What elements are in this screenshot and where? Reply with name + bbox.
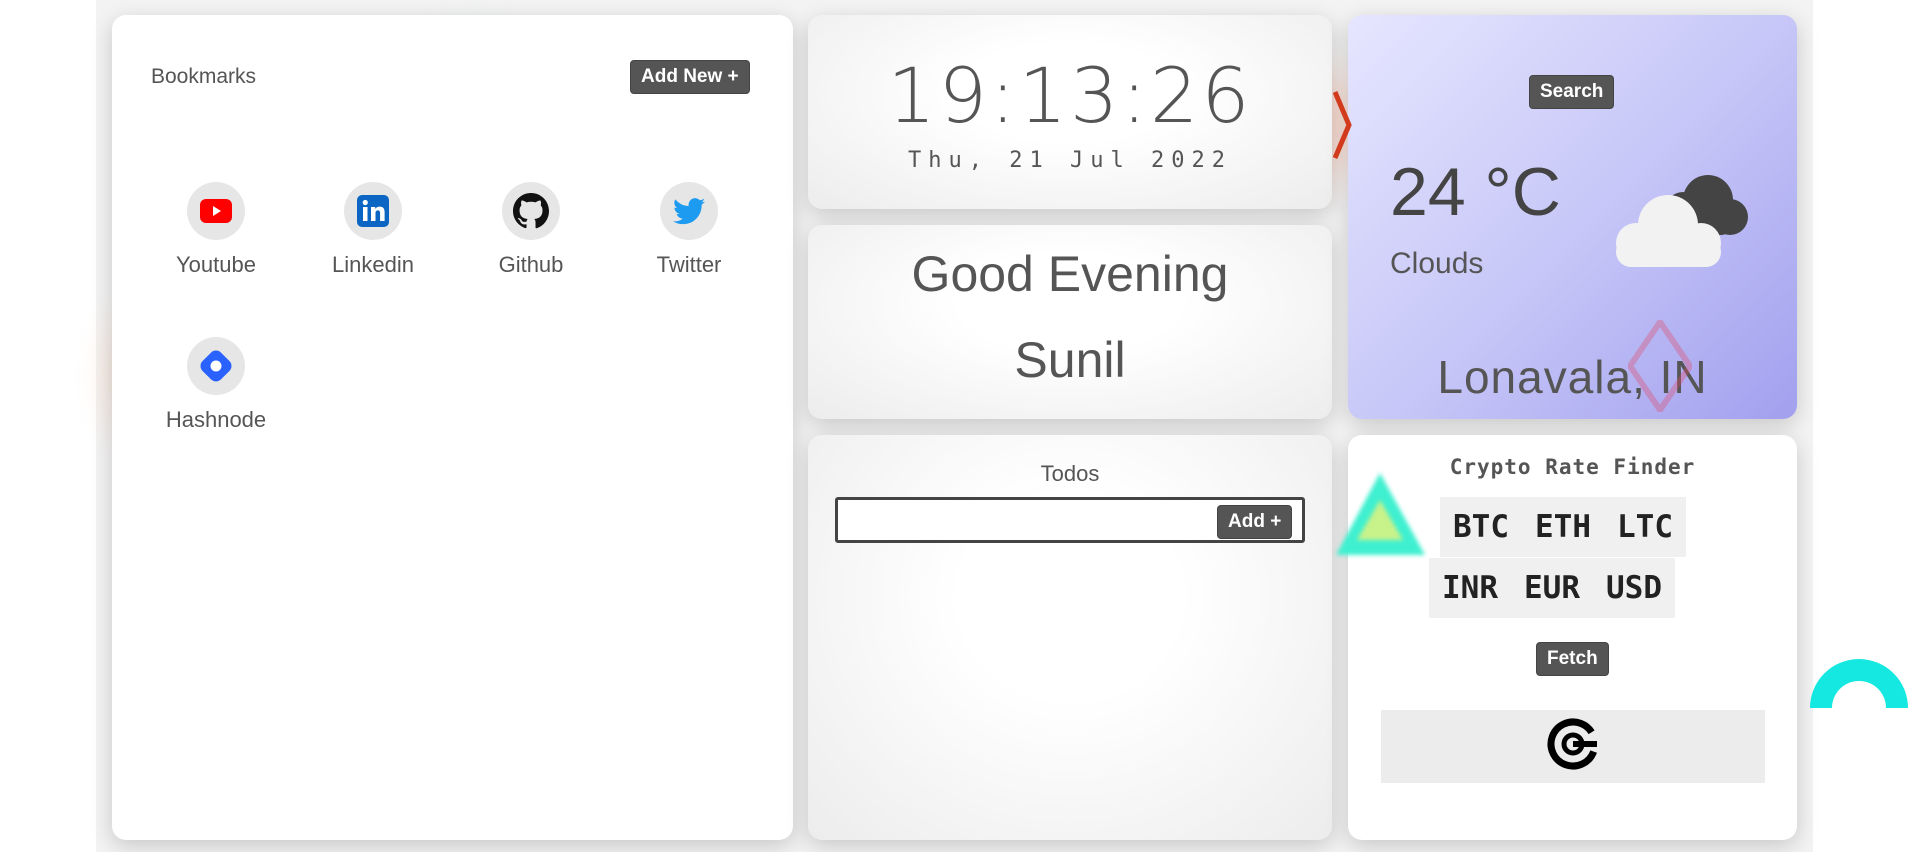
decor-shape xyxy=(1333,470,1428,560)
todos-card: Todos Add + xyxy=(808,435,1332,840)
decor-shape xyxy=(1626,316,1694,416)
coin-ltc[interactable]: LTC xyxy=(1604,497,1686,557)
user-name: Sunil xyxy=(1014,332,1126,388)
fetch-button[interactable]: Fetch xyxy=(1536,642,1609,676)
todos-title: Todos xyxy=(1040,461,1100,486)
greeting-card: Good Evening Sunil xyxy=(808,225,1332,419)
coin-eth[interactable]: ETH xyxy=(1522,497,1604,557)
bookmark-youtube[interactable]: Youtube xyxy=(141,182,291,278)
github-icon xyxy=(502,182,560,240)
add-bookmark-button[interactable]: Add New + xyxy=(630,60,750,94)
weather-condition: Clouds xyxy=(1390,247,1484,280)
clock-card: 19:13:26 Thu, 21 Jul 2022 xyxy=(808,15,1332,209)
temperature: 24 °C xyxy=(1390,154,1561,230)
coin-selector: BTC ETH LTC xyxy=(1440,497,1686,557)
twitter-icon xyxy=(660,182,718,240)
youtube-icon xyxy=(187,182,245,240)
clock-time: 19:13:26 xyxy=(887,51,1253,140)
bookmark-label: Github xyxy=(498,252,564,277)
bookmarks-card: Bookmarks Add New + Youtube Linkedin Git… xyxy=(112,15,793,840)
weather-search-button[interactable]: Search xyxy=(1529,75,1615,109)
bookmark-github[interactable]: Github xyxy=(456,182,606,278)
cloud-icon xyxy=(1598,165,1758,275)
currency-eur[interactable]: EUR xyxy=(1511,558,1593,618)
greeting-text: Good Evening xyxy=(911,246,1229,302)
clock-date: Thu, 21 Jul 2022 xyxy=(908,148,1232,173)
hashnode-icon xyxy=(187,337,245,395)
bookmark-label: Youtube xyxy=(176,252,256,277)
weather-card: Search 24 °C Clouds Lonavala, IN xyxy=(1348,15,1797,419)
crypto-result xyxy=(1381,710,1765,783)
linkedin-icon xyxy=(344,182,402,240)
bookmark-label: Linkedin xyxy=(332,252,414,277)
currency-selector: INR EUR USD xyxy=(1429,558,1675,618)
bookmark-twitter[interactable]: Twitter xyxy=(614,182,764,278)
bookmarks-title: Bookmarks xyxy=(151,65,257,88)
bookmark-label: Hashnode xyxy=(165,407,267,432)
decor-shape xyxy=(1810,648,1908,708)
weather-location: Lonavala, IN xyxy=(1437,351,1708,403)
decor-shape xyxy=(1332,90,1353,160)
add-todo-button[interactable]: Add + xyxy=(1217,505,1293,539)
bookmark-hashnode[interactable]: Hashnode xyxy=(141,337,291,433)
currency-usd[interactable]: USD xyxy=(1593,558,1675,618)
bookmark-linkedin[interactable]: Linkedin xyxy=(298,182,448,278)
bookmark-label: Twitter xyxy=(656,252,722,277)
crypto-logo-icon xyxy=(1547,718,1599,775)
coin-btc[interactable]: BTC xyxy=(1440,497,1522,557)
currency-inr[interactable]: INR xyxy=(1429,558,1511,618)
